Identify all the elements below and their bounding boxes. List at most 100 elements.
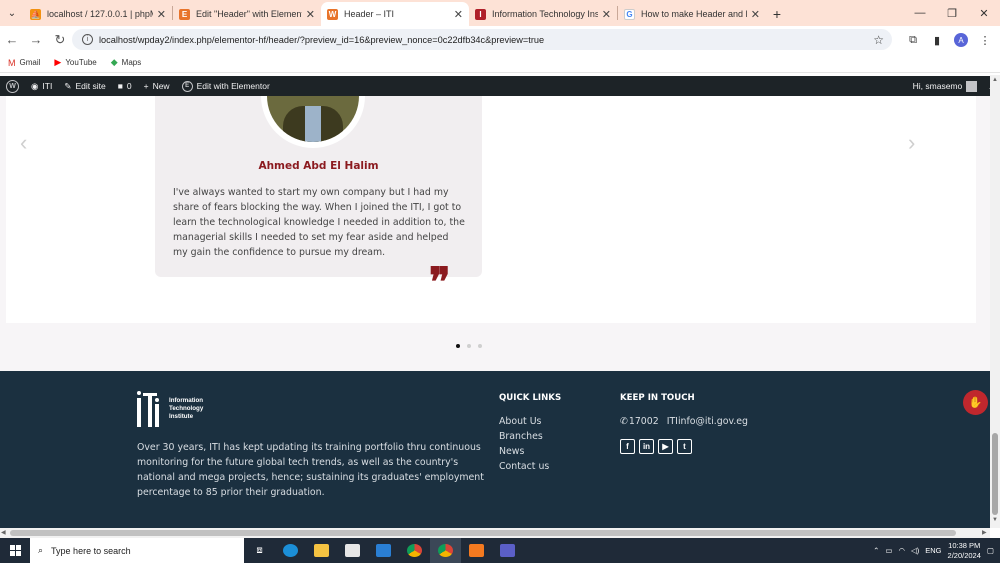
slider-dot[interactable] bbox=[467, 344, 471, 348]
wordpress-icon: W bbox=[327, 8, 338, 20]
horizontal-scroll-thumb[interactable] bbox=[10, 530, 956, 536]
mail-button[interactable] bbox=[368, 538, 399, 563]
logo-text-line: Institute bbox=[169, 413, 194, 420]
close-window-button[interactable]: ✕ bbox=[968, 0, 1000, 26]
edge-button[interactable] bbox=[275, 538, 306, 563]
vertical-scroll-thumb[interactable] bbox=[992, 433, 998, 515]
site-info-icon[interactable]: i bbox=[82, 34, 93, 45]
tab-iti-site[interactable]: I Information Technology Institute ✕ bbox=[469, 2, 617, 26]
tab-search-icon[interactable]: ⌄ bbox=[0, 0, 24, 26]
wp-admin-bar: W ◉ ITI ✎ Edit site ■ 0 + New E Edit with Ele… bbox=[0, 76, 1000, 96]
scroll-up-icon[interactable]: ▲ bbox=[992, 77, 998, 83]
clock-date: 2/20/2024 bbox=[947, 550, 981, 560]
close-icon[interactable]: ✕ bbox=[306, 8, 315, 21]
windows-icon bbox=[9, 545, 21, 556]
chevron-left-icon[interactable]: ‹ bbox=[20, 130, 27, 156]
slider-dot[interactable] bbox=[456, 344, 460, 348]
mail-icon bbox=[376, 544, 391, 557]
iti-logo[interactable]: Information Technology Institute bbox=[136, 389, 203, 429]
extensions-icon[interactable]: ⧉ bbox=[902, 30, 924, 50]
tab-elementor-edit[interactable]: E Edit "Header" with Elementor ✕ bbox=[173, 2, 321, 26]
scroll-down-icon[interactable]: ▼ bbox=[992, 517, 998, 523]
start-button[interactable] bbox=[0, 538, 30, 563]
wp-logo-menu[interactable]: W bbox=[0, 76, 25, 96]
system-tray: ⌃ ▭ ◠ ◁) ENG 10:38 PM 2/20/2024 ▢ bbox=[873, 538, 1000, 563]
tab-header-iti[interactable]: W Header – ITI ✕ bbox=[321, 2, 469, 26]
wp-user-menu[interactable]: Hi, smasemo bbox=[907, 76, 984, 96]
tab-google-search[interactable]: G How to make Header and Footer ✕ bbox=[618, 2, 766, 26]
phone-icon: ✆ bbox=[620, 416, 628, 427]
volume-icon[interactable]: ◁) bbox=[911, 546, 919, 555]
forward-button[interactable]: → bbox=[24, 28, 48, 52]
chrome-active-button[interactable] bbox=[430, 538, 461, 563]
maximize-button[interactable]: ❐ bbox=[936, 0, 968, 26]
testimonial-slider: ‹ › ❝ Ahmed Abd El Halim I've always wan… bbox=[6, 96, 976, 323]
back-button[interactable]: ← bbox=[0, 28, 24, 52]
quote-open-icon: ❝ bbox=[174, 96, 206, 106]
wifi-icon[interactable]: ◠ bbox=[898, 546, 905, 555]
new-tab-button[interactable]: + bbox=[766, 2, 788, 26]
close-icon[interactable]: ✕ bbox=[602, 8, 611, 21]
close-icon[interactable]: ✕ bbox=[751, 8, 760, 21]
footer-link-branches[interactable]: Branches bbox=[499, 431, 549, 443]
profile-avatar[interactable]: A bbox=[954, 33, 968, 47]
chrome-icon bbox=[407, 544, 422, 557]
email-link[interactable]: ITIinfo@iti.gov.eg bbox=[667, 416, 748, 427]
facebook-icon[interactable]: f bbox=[620, 439, 635, 454]
chrome-button[interactable] bbox=[399, 538, 430, 563]
bookmark-gmail[interactable]: M Gmail bbox=[8, 58, 40, 68]
store-button[interactable] bbox=[337, 538, 368, 563]
notification-icon[interactable]: ▢ bbox=[987, 546, 994, 555]
bookmark-youtube[interactable]: ▶ YouTube bbox=[54, 57, 96, 68]
comment-count: 0 bbox=[126, 81, 132, 91]
address-bar[interactable]: i localhost/wpday2/index.php/elementor-h… bbox=[72, 29, 892, 50]
tab-title: Information Technology Institute bbox=[492, 9, 598, 19]
menu-kebab-icon[interactable]: ⋮ bbox=[974, 30, 996, 50]
scroll-right-icon[interactable]: ▶ bbox=[982, 529, 987, 536]
user-greeting: Hi, smasemo bbox=[912, 81, 963, 91]
wp-edit-elementor[interactable]: E Edit with Elementor bbox=[176, 76, 276, 96]
tab-phpmyadmin[interactable]: ⛵ localhost / 127.0.0.1 | phpMyAdmin ✕ bbox=[24, 2, 172, 26]
footer-link-about[interactable]: About Us bbox=[499, 416, 549, 428]
reload-button[interactable]: ↻ bbox=[48, 28, 72, 52]
battery-icon[interactable]: ▭ bbox=[885, 546, 892, 555]
minimize-button[interactable]: — bbox=[904, 0, 936, 26]
wp-site-menu[interactable]: ◉ ITI bbox=[25, 76, 58, 96]
phone-number[interactable]: 17002 bbox=[629, 416, 659, 427]
close-icon[interactable]: ✕ bbox=[157, 8, 166, 21]
chevron-up-icon[interactable]: ⌃ bbox=[873, 546, 879, 555]
chevron-right-icon[interactable]: › bbox=[908, 130, 915, 156]
wp-new[interactable]: + New bbox=[138, 76, 176, 96]
file-explorer-button[interactable] bbox=[306, 538, 337, 563]
twitter-icon[interactable]: t bbox=[677, 439, 692, 454]
avatar bbox=[261, 96, 365, 148]
footer-link-news[interactable]: News bbox=[499, 446, 549, 458]
wp-edit-site[interactable]: ✎ Edit site bbox=[58, 76, 111, 96]
youtube-icon: ▶ bbox=[54, 57, 62, 67]
quick-links-list: About Us Branches News Contact us bbox=[499, 416, 549, 473]
language-indicator[interactable]: ENG bbox=[925, 546, 941, 555]
horizontal-scrollbar[interactable]: ◀ ▶ bbox=[0, 528, 990, 538]
footer-link-contact[interactable]: Contact us bbox=[499, 461, 549, 473]
taskbar-search[interactable]: ⌕ Type here to search bbox=[30, 538, 244, 563]
linkedin-icon[interactable]: in bbox=[639, 439, 654, 454]
wp-comments[interactable]: ■ 0 bbox=[112, 76, 138, 96]
vertical-scrollbar[interactable]: ▲ ▼ bbox=[990, 75, 1000, 528]
bookmark-star-icon[interactable]: ☆ bbox=[873, 33, 884, 47]
side-panel-icon[interactable]: ▮ bbox=[926, 30, 948, 50]
scroll-left-icon[interactable]: ◀ bbox=[1, 529, 6, 536]
phpmyadmin-icon: ⛵ bbox=[30, 8, 41, 20]
slider-dot[interactable] bbox=[478, 344, 482, 348]
testimonial-card: ❝ Ahmed Abd El Halim I've always wanted … bbox=[155, 96, 482, 284]
chat-widget-button[interactable]: ✋ bbox=[963, 390, 988, 415]
chrome-icon bbox=[438, 544, 453, 557]
close-icon[interactable]: ✕ bbox=[454, 8, 463, 21]
xampp-button[interactable] bbox=[461, 538, 492, 563]
teams-button[interactable] bbox=[492, 538, 523, 563]
youtube-icon[interactable]: ▶ bbox=[658, 439, 673, 454]
xampp-icon bbox=[469, 544, 484, 557]
task-view-button[interactable]: ⧈ bbox=[244, 538, 275, 563]
clock[interactable]: 10:38 PM 2/20/2024 bbox=[948, 541, 981, 561]
bookmark-maps[interactable]: ◆ Maps bbox=[111, 57, 141, 68]
testimonial-name: Ahmed Abd El Halim bbox=[258, 160, 379, 172]
